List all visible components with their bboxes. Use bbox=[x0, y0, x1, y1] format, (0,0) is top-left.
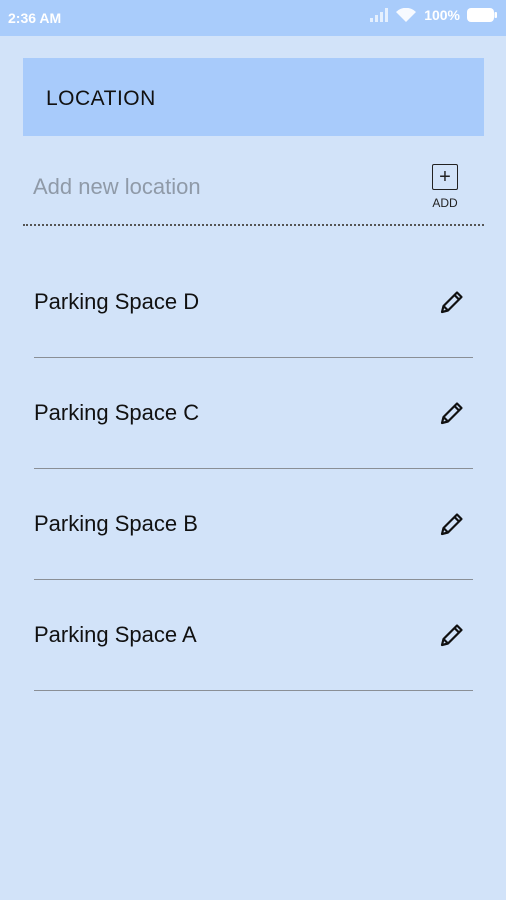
location-label: Parking Space D bbox=[34, 289, 200, 314]
plus-icon: + bbox=[432, 164, 458, 190]
location-item[interactable]: Parking Space A bbox=[34, 580, 473, 691]
add-location-button[interactable]: + ADD bbox=[428, 164, 462, 210]
location-label: Parking Space B bbox=[34, 511, 198, 536]
status-bar: 2:36 AM 100% bbox=[0, 0, 506, 36]
add-button-label: ADD bbox=[432, 196, 458, 210]
pencil-icon[interactable] bbox=[437, 509, 467, 539]
divider bbox=[34, 689, 473, 691]
location-label: Parking Space C bbox=[34, 400, 200, 425]
location-label: Parking Space A bbox=[34, 622, 197, 647]
location-item[interactable]: Parking Space D bbox=[34, 247, 473, 358]
signal-icon bbox=[370, 8, 390, 22]
battery-icon bbox=[466, 7, 498, 23]
pencil-icon[interactable] bbox=[437, 620, 467, 650]
status-time: 2:36 AM bbox=[8, 10, 62, 26]
location-header: LOCATION bbox=[23, 58, 484, 136]
location-item[interactable]: Parking Space C bbox=[34, 358, 473, 469]
add-location-row: + ADD bbox=[23, 160, 484, 226]
pencil-icon[interactable] bbox=[437, 398, 467, 428]
page-title: LOCATION bbox=[46, 87, 156, 110]
wifi-icon bbox=[396, 7, 417, 23]
new-location-input[interactable] bbox=[33, 174, 413, 200]
input-underline bbox=[23, 224, 484, 226]
location-item[interactable]: Parking Space B bbox=[34, 469, 473, 580]
status-icons: 100% bbox=[370, 7, 498, 23]
battery-percent: 100% bbox=[424, 7, 460, 23]
location-list: Parking Space D Parking Space C Parking … bbox=[34, 247, 473, 691]
pencil-icon[interactable] bbox=[437, 287, 467, 317]
